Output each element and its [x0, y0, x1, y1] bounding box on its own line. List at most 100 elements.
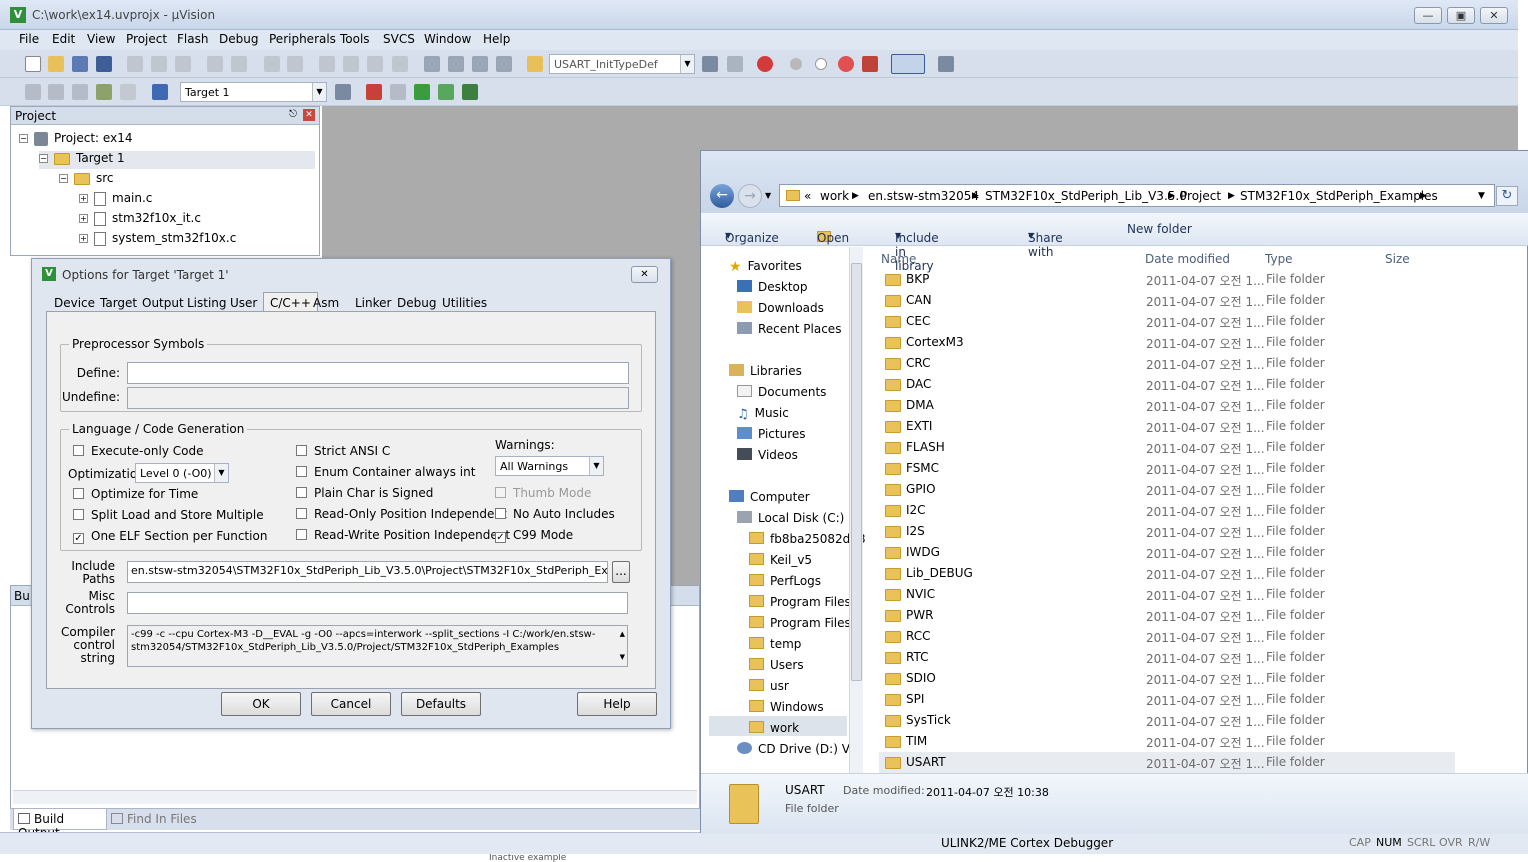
refresh-icon[interactable]: ↻	[1496, 186, 1518, 206]
bookmark-icon[interactable]	[319, 56, 335, 72]
chevron-right-icon[interactable]: ▶	[1168, 191, 1175, 201]
menu-svcs[interactable]: SVCS	[383, 32, 415, 46]
back-icon[interactable]: ←	[710, 184, 734, 208]
file-row[interactable]: Lib_DEBUG 2011-04-07 오전 1... File folder	[879, 563, 1455, 584]
file-row[interactable]: BKP 2011-04-07 오전 1... File folder	[879, 269, 1455, 290]
bookmark-clear-icon[interactable]	[392, 56, 408, 72]
tree-target[interactable]: − Target 1	[39, 151, 315, 169]
file-row[interactable]: DAC 2011-04-07 오전 1... File folder	[879, 374, 1455, 395]
build-icon[interactable]	[48, 84, 64, 100]
breadcrumb-stsw[interactable]: en.stsw-stm32054	[868, 189, 979, 203]
address-bar[interactable]: « work ▶ en.stsw-stm32054 ▶ STM32F10x_St…	[779, 184, 1495, 207]
bookmark-next-icon[interactable]	[367, 56, 383, 72]
nav-folder[interactable]: Program Files	[749, 595, 851, 609]
nav-folder[interactable]: Users	[749, 658, 804, 672]
nav-libraries[interactable]: Libraries	[729, 364, 802, 378]
nav-folder[interactable]: Windows	[749, 700, 824, 714]
chevron-right-icon[interactable]: ▶	[1228, 191, 1235, 201]
minimize-button[interactable]: —	[1414, 7, 1442, 24]
manage-project-icon[interactable]	[366, 84, 382, 100]
menu-file[interactable]: File	[19, 32, 39, 46]
menu-project[interactable]: Project	[126, 32, 167, 46]
file-row[interactable]: USART 2011-04-07 오전 1... File folder	[879, 752, 1455, 773]
window-layout-icon[interactable]	[891, 54, 925, 74]
chevron-right-icon[interactable]: ▶	[852, 191, 859, 201]
tab-asm[interactable]: Asm	[313, 296, 339, 310]
one-elf-checkbox[interactable]: ✓ One ELF Section per Function	[73, 529, 267, 544]
tab-build-output[interactable]: Build Output	[13, 809, 107, 840]
cut-icon[interactable]	[127, 56, 143, 72]
c99-mode-checkbox[interactable]: ✓ C99 Mode	[495, 528, 573, 543]
file-row[interactable]: NVIC 2011-04-07 오전 1... File folder	[879, 584, 1455, 605]
nav-folder-work[interactable]: work	[749, 721, 799, 735]
breadcrumb-work[interactable]: work	[820, 189, 849, 203]
nav-forward-icon[interactable]	[287, 56, 303, 72]
nav-desktop[interactable]: Desktop	[737, 280, 808, 294]
column-date-modified[interactable]: Date modified	[1145, 252, 1230, 266]
file-row[interactable]: SPI 2011-04-07 오전 1... File folder	[879, 689, 1455, 710]
maximize-button[interactable]: ▣	[1447, 7, 1475, 24]
navigation-scrollbar[interactable]	[849, 247, 863, 775]
include-paths-browse-button[interactable]: ...	[612, 561, 630, 583]
file-row[interactable]: DMA 2011-04-07 오전 1... File folder	[879, 395, 1455, 416]
file-row[interactable]: I2S 2011-04-07 오전 1... File folder	[879, 521, 1455, 542]
translate-icon[interactable]	[25, 84, 41, 100]
select-packs-icon[interactable]	[414, 84, 430, 100]
uncomment-icon[interactable]	[496, 56, 512, 72]
new-folder-button[interactable]: New folder	[1127, 222, 1192, 236]
rw-position-checkbox[interactable]: Read-Write Position Independent	[296, 528, 510, 542]
tab-output[interactable]: Output	[142, 296, 184, 310]
strict-ansi-checkbox[interactable]: Strict ANSI C	[296, 444, 390, 458]
find-combo[interactable]: USART_InitTypeDef ▼	[549, 54, 695, 74]
nav-local-disk[interactable]: Local Disk (C:)	[737, 511, 844, 525]
breakpoint-disable-all-icon[interactable]	[838, 56, 854, 72]
file-row[interactable]: PWR 2011-04-07 오전 1... File folder	[879, 605, 1455, 626]
scroll-up-icon[interactable]: ▲	[620, 628, 625, 641]
column-size[interactable]: Size	[1385, 252, 1410, 266]
tab-debug[interactable]: Debug	[397, 296, 436, 310]
optimize-time-checkbox[interactable]: Optimize for Time	[73, 487, 198, 501]
execute-only-checkbox[interactable]: Execute-only Code	[73, 444, 203, 458]
menu-flash[interactable]: Flash	[177, 32, 208, 46]
help-button[interactable]: Help	[577, 692, 657, 716]
incremental-find-icon[interactable]	[727, 56, 743, 72]
cancel-button[interactable]: Cancel	[311, 692, 391, 716]
save-icon[interactable]	[72, 56, 88, 72]
nav-cd-drive[interactable]: CD Drive (D:) Virt	[737, 742, 863, 756]
pin-icon[interactable]: ⎋	[289, 109, 297, 120]
breadcrumb-examples[interactable]: STM32F10x_StdPeriph_Examples	[1240, 189, 1438, 203]
undo-icon[interactable]	[207, 56, 223, 72]
file-row[interactable]: SysTick 2011-04-07 오전 1... File folder	[879, 710, 1455, 731]
tree-file[interactable]: + main.c	[79, 191, 152, 206]
recent-pages-chevron-icon[interactable]: ▼	[765, 191, 771, 200]
tab-find-in-files[interactable]: Find In Files	[111, 812, 197, 826]
tab-linker[interactable]: Linker	[355, 296, 391, 310]
ok-button[interactable]: OK	[221, 692, 301, 716]
optimization-select[interactable]: Level 0 (-O0) ▼	[135, 463, 229, 483]
misc-controls-input[interactable]	[127, 592, 628, 614]
download-load-icon[interactable]	[152, 84, 168, 100]
address-history-chevron-icon[interactable]: ▼	[1478, 191, 1485, 201]
close-panel-icon[interactable]: ✕	[303, 109, 315, 121]
menu-tools[interactable]: Tools	[340, 32, 370, 46]
enum-container-checkbox[interactable]: Enum Container always int	[296, 465, 475, 479]
chevron-right-icon[interactable]: ▶	[972, 191, 979, 201]
nav-folder[interactable]: usr	[749, 679, 789, 693]
save-all-icon[interactable]	[96, 56, 112, 72]
batch-build-icon[interactable]	[96, 84, 112, 100]
scroll-down-icon[interactable]: ▼	[620, 651, 625, 664]
target-options-icon[interactable]	[335, 84, 351, 100]
paste-icon[interactable]	[175, 56, 191, 72]
nav-pictures[interactable]: Pictures	[737, 427, 806, 441]
open-file-icon[interactable]	[48, 56, 64, 72]
nav-favorites[interactable]: ★ Favorites	[729, 259, 802, 275]
tab-utilities[interactable]: Utilities	[442, 296, 487, 310]
find-icon[interactable]	[702, 56, 718, 72]
menu-peripherals[interactable]: Peripherals	[269, 32, 336, 46]
close-window-button[interactable]: ✕	[1480, 7, 1508, 24]
tree-file[interactable]: + system_stm32f10x.c	[79, 231, 236, 246]
nav-videos[interactable]: Videos	[737, 448, 798, 462]
file-row[interactable]: SDIO 2011-04-07 오전 1... File folder	[879, 668, 1455, 689]
define-input[interactable]	[127, 362, 629, 384]
breadcrumb-lib[interactable]: STM32F10x_StdPeriph_Lib_V3.5.0	[985, 189, 1187, 203]
